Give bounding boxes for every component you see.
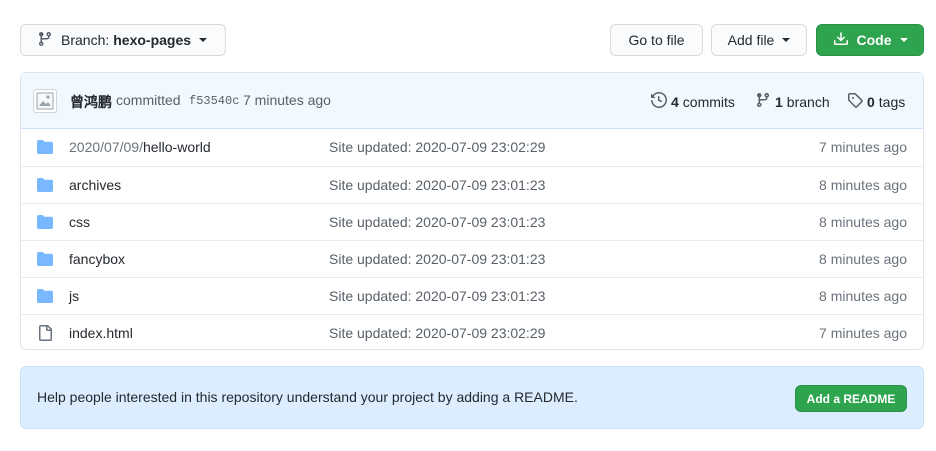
file-name-link[interactable]: index.html [69,325,133,341]
latest-commit-bar: 曾鸿鹏 committed f53540c 7 minutes ago 4 co… [21,73,923,129]
branch-name: hexo-pages [113,32,192,48]
file-age: 8 minutes ago [819,251,907,267]
file-name-link[interactable]: css [69,214,90,230]
branch-select-button[interactable]: Branch: hexo-pages [20,24,226,56]
chevron-down-icon [782,38,791,42]
tags-label: tags [878,93,906,110]
file-icon [37,325,53,344]
file-name-link[interactable]: js [69,288,79,304]
go-to-file-button[interactable]: Go to file [610,24,703,56]
commit-message-link[interactable]: Site updated: 2020-07-09 23:02:29 [329,139,545,155]
code-label: Code [856,32,892,48]
readme-prompt: Help people interested in this repositor… [20,366,924,429]
commit-message-link[interactable]: Site updated: 2020-07-09 23:02:29 [329,325,545,341]
branch-count: 1 [775,93,783,110]
commit-verb: committed [116,92,181,108]
commit-time: 7 minutes ago [243,92,331,108]
commit-message-link[interactable]: Site updated: 2020-07-09 23:01:23 [329,214,545,230]
file-path-prefix: 2020/07/09/ [69,139,143,155]
folder-icon [37,289,53,306]
readme-prompt-text: Help people interested in this repositor… [37,389,578,405]
commits-count: 4 [671,93,679,110]
branch-count-label: branch [786,93,830,110]
file-name-link[interactable]: archives [69,177,121,193]
avatar[interactable] [33,89,57,113]
table-row[interactable]: fancybox Site updated: 2020-07-09 23:01:… [21,240,923,277]
tags-count: 0 [867,93,875,110]
chevron-down-icon [199,38,208,42]
commits-link[interactable]: 4 commits [651,91,735,111]
branch-label: Branch: [61,32,110,48]
code-button[interactable]: Code [816,24,924,56]
folder-icon [37,252,53,269]
file-age: 8 minutes ago [819,214,907,230]
branches-link[interactable]: 1 branch [755,92,830,111]
file-name-link[interactable]: fancybox [69,251,125,267]
add-readme-button[interactable]: Add a README [795,385,907,412]
commit-message-link[interactable]: Site updated: 2020-07-09 23:01:23 [329,288,545,304]
folder-icon [37,140,53,157]
add-file-label: Add file [727,32,775,48]
file-list: 曾鸿鹏 committed f53540c 7 minutes ago 4 co… [20,72,924,350]
file-age: 7 minutes ago [819,325,907,341]
tag-icon [847,92,867,111]
file-name: hello-world [142,139,211,155]
file-age: 8 minutes ago [819,177,907,193]
table-row[interactable]: index.html Site updated: 2020-07-09 23:0… [21,314,923,349]
commits-label: commits [682,93,735,110]
git-branch-icon [755,92,775,111]
folder-icon [37,178,53,195]
commit-author-link[interactable]: 曾鸿鹏 [70,92,112,112]
commit-sha-link[interactable]: f53540c [189,94,239,108]
history-icon [651,91,671,111]
table-row[interactable]: archives Site updated: 2020-07-09 23:01:… [21,166,923,203]
file-age: 8 minutes ago [819,288,907,304]
chevron-down-icon [899,38,908,42]
repo-file-browser: Branch: hexo-pages Go to file Add file C… [0,0,936,451]
git-branch-icon [37,31,53,50]
download-icon [833,31,849,50]
file-age: 7 minutes ago [819,139,907,155]
broken-image-icon [36,92,54,110]
table-row[interactable]: 2020/07/09/hello-world Site updated: 202… [21,129,923,166]
table-row[interactable]: js Site updated: 2020-07-09 23:01:23 8 m… [21,277,923,314]
commit-message-link[interactable]: Site updated: 2020-07-09 23:01:23 [329,251,545,267]
folder-icon [37,215,53,232]
commit-message-link[interactable]: Site updated: 2020-07-09 23:01:23 [329,177,545,193]
file-name-link[interactable]: 2020/07/09/hello-world [69,139,211,155]
file-rows: 2020/07/09/hello-world Site updated: 202… [21,129,923,349]
table-row[interactable]: css Site updated: 2020-07-09 23:01:23 8 … [21,203,923,240]
add-file-button[interactable]: Add file [711,24,807,56]
tags-link[interactable]: 0 tags [847,92,905,111]
